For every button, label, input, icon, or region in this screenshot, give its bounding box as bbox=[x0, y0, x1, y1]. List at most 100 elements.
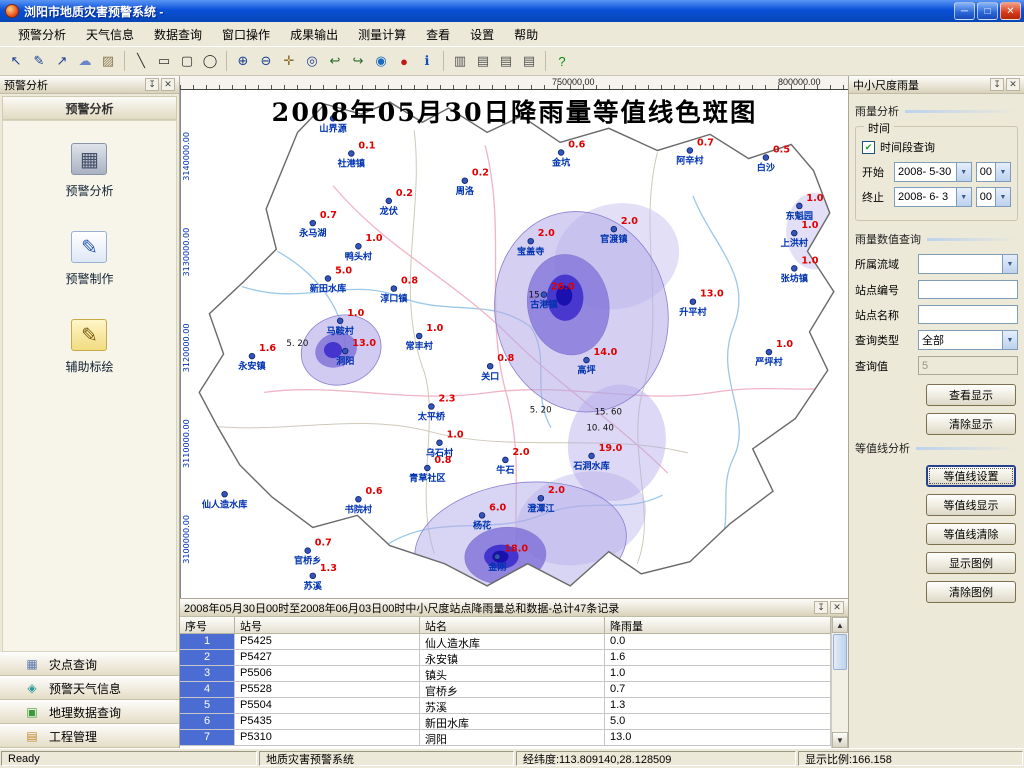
print-icon[interactable]: ▤ bbox=[472, 50, 494, 72]
close-icon[interactable]: ✕ bbox=[161, 78, 175, 91]
table-scrollbar[interactable]: ▲ ▼ bbox=[831, 617, 848, 748]
select-icon[interactable]: ↖ bbox=[5, 50, 27, 72]
draw-line-icon[interactable]: ╲ bbox=[130, 50, 152, 72]
chevron-down-icon[interactable]: ▼ bbox=[956, 188, 971, 206]
chevron-down-icon[interactable]: ▼ bbox=[995, 163, 1010, 181]
map-svg[interactable]: 山界源社港镇0.1周洛0.2金坑0.6阿辛村0.7白沙0.5龙伏0.2永马湖0.… bbox=[181, 90, 848, 598]
left-section-header[interactable]: 预警分析 bbox=[2, 96, 177, 120]
button-显示图例[interactable]: 显示图例 bbox=[926, 552, 1016, 574]
draw-ellipse-icon[interactable]: ◯ bbox=[199, 50, 221, 72]
pin-icon[interactable]: ↧ bbox=[145, 78, 159, 91]
close-icon[interactable]: ✕ bbox=[830, 601, 844, 614]
button-清除显示[interactable]: 清除显示 bbox=[926, 413, 1016, 435]
pin-icon[interactable]: ↧ bbox=[990, 78, 1004, 91]
measure-arrow-icon[interactable]: ↗ bbox=[51, 50, 73, 72]
scroll-down-icon[interactable]: ▼ bbox=[832, 732, 848, 748]
column-header-序号[interactable]: 序号 bbox=[180, 617, 235, 634]
select-所属流域[interactable]: ▼ bbox=[918, 254, 1018, 274]
print-setup-icon[interactable]: ▤ bbox=[518, 50, 540, 72]
time-range-checkbox[interactable]: ✔ 时间段查询 bbox=[862, 139, 1011, 155]
map-canvas[interactable]: 山界源社港镇0.1周洛0.2金坑0.6阿辛村0.7白沙0.5龙伏0.2永马湖0.… bbox=[180, 90, 848, 598]
menu-item-天气信息[interactable]: 天气信息 bbox=[76, 22, 144, 47]
svg-text:周洛: 周洛 bbox=[456, 185, 475, 197]
forward-view-icon[interactable]: ↪ bbox=[347, 50, 369, 72]
close-icon[interactable]: ✕ bbox=[1006, 78, 1020, 91]
left-tool-辅助标绘[interactable]: ✎辅助标绘 bbox=[65, 319, 113, 375]
scroll-up-icon[interactable]: ▲ bbox=[832, 617, 848, 633]
button-查看显示[interactable]: 查看显示 bbox=[926, 384, 1016, 406]
field-label: 所属流域 bbox=[855, 256, 899, 272]
contour-label: 15. 60 bbox=[595, 408, 622, 418]
chevron-down-icon[interactable]: ▼ bbox=[1002, 255, 1017, 273]
cell-站名: 永安镇 bbox=[420, 650, 605, 666]
start-date-select[interactable]: 2008- 5-30▼ bbox=[894, 162, 972, 182]
pan-icon[interactable]: ✛ bbox=[278, 50, 300, 72]
sidebar-item-灾点查询[interactable]: ▦灾点查询 bbox=[0, 652, 179, 676]
table-row[interactable]: 6P5435新田水库5.0 bbox=[180, 714, 831, 730]
right-panel-caption: 中小尺度雨量 ↧ ✕ bbox=[849, 76, 1024, 94]
back-view-icon[interactable]: ↩ bbox=[324, 50, 346, 72]
cloud-icon[interactable]: ☁ bbox=[74, 50, 96, 72]
help-icon[interactable]: ? bbox=[551, 50, 573, 72]
export-icon[interactable]: ▥ bbox=[449, 50, 471, 72]
info-icon[interactable]: ℹ bbox=[416, 50, 438, 72]
chevron-down-icon[interactable]: ▼ bbox=[1002, 331, 1017, 349]
status-bar: Ready 地质灾害预警系统 经纬度:113.809140,28.128509 … bbox=[0, 748, 1024, 768]
button-等值线设置[interactable]: 等值线设置 bbox=[926, 465, 1016, 487]
table-row[interactable]: 5P5504苏溪1.3 bbox=[180, 698, 831, 714]
sidebar-item-label: 灾点查询 bbox=[49, 656, 97, 673]
table-row[interactable]: 4P5528官桥乡0.7 bbox=[180, 682, 831, 698]
left-tool-预警制作[interactable]: ✎预警制作 bbox=[65, 231, 113, 287]
draw-roundrect-icon[interactable]: ▢ bbox=[176, 50, 198, 72]
menu-item-成果输出[interactable]: 成果输出 bbox=[280, 22, 348, 47]
globe-icon[interactable]: ◉ bbox=[370, 50, 392, 72]
pin-icon[interactable]: ↧ bbox=[814, 601, 828, 614]
chevron-down-icon[interactable]: ▼ bbox=[995, 188, 1010, 206]
record-icon[interactable]: ● bbox=[393, 50, 415, 72]
zoom-extent-icon[interactable]: ◎ bbox=[301, 50, 323, 72]
svg-text:升平村: 升平村 bbox=[679, 306, 706, 318]
draw-rect-icon[interactable]: ▭ bbox=[153, 50, 175, 72]
select-查询类型[interactable]: 全部▼ bbox=[918, 330, 1018, 350]
column-header-站名[interactable]: 站名 bbox=[420, 617, 605, 634]
button-清除图例[interactable]: 清除图例 bbox=[926, 581, 1016, 603]
button-等值线清除[interactable]: 等值线清除 bbox=[926, 523, 1016, 545]
table-row[interactable]: 1P5425仙人造水库0.0 bbox=[180, 634, 831, 650]
edit-vertex-icon[interactable]: ✎ bbox=[28, 50, 50, 72]
print-preview-icon[interactable]: ▤ bbox=[495, 50, 517, 72]
field-row-站点编号: 站点编号 bbox=[855, 280, 1018, 299]
scroll-thumb[interactable] bbox=[833, 634, 847, 670]
fill-icon[interactable]: ▨ bbox=[97, 50, 119, 72]
table-row[interactable]: 2P5427永安镇1.6 bbox=[180, 650, 831, 666]
top-ruler: 750000.00800000.00 bbox=[180, 76, 848, 90]
menu-item-预警分析[interactable]: 预警分析 bbox=[8, 22, 76, 47]
column-header-降雨量[interactable]: 降雨量 bbox=[605, 617, 831, 634]
left-tool-预警分析[interactable]: ▦预警分析 bbox=[65, 143, 113, 199]
menu-item-测量计算[interactable]: 测量计算 bbox=[348, 22, 416, 47]
close-button[interactable]: ✕ bbox=[1000, 2, 1021, 20]
table-row[interactable]: 3P5506镇头1.0 bbox=[180, 666, 831, 682]
column-header-站号[interactable]: 站号 bbox=[235, 617, 420, 634]
cell-站名: 仙人造水库 bbox=[420, 634, 605, 650]
menu-item-设置[interactable]: 设置 bbox=[460, 22, 504, 47]
cell-序号: 5 bbox=[180, 698, 235, 714]
zoom-out-icon[interactable]: ⊖ bbox=[255, 50, 277, 72]
zoom-in-icon[interactable]: ⊕ bbox=[232, 50, 254, 72]
button-等值线显示[interactable]: 等值线显示 bbox=[926, 494, 1016, 516]
end-hour-select[interactable]: 00▼ bbox=[976, 187, 1011, 207]
sidebar-item-预警天气信息[interactable]: ◈预警天气信息 bbox=[0, 676, 179, 700]
minimize-button[interactable]: ─ bbox=[954, 2, 975, 20]
sidebar-item-地理数据查询[interactable]: ▣地理数据查询 bbox=[0, 700, 179, 724]
end-date-select[interactable]: 2008- 6- 3▼ bbox=[894, 187, 972, 207]
sidebar-item-工程管理[interactable]: ▤工程管理 bbox=[0, 724, 179, 748]
maximize-button[interactable]: □ bbox=[977, 2, 998, 20]
menu-item-数据查询[interactable]: 数据查询 bbox=[144, 22, 212, 47]
menu-item-窗口操作[interactable]: 窗口操作 bbox=[212, 22, 280, 47]
table-row[interactable]: 7P5310洞阳13.0 bbox=[180, 730, 831, 746]
chevron-down-icon[interactable]: ▼ bbox=[956, 163, 971, 181]
input-站点编号[interactable] bbox=[918, 280, 1018, 299]
menu-item-帮助[interactable]: 帮助 bbox=[504, 22, 548, 47]
start-hour-select[interactable]: 00▼ bbox=[976, 162, 1011, 182]
input-站点名称[interactable] bbox=[918, 305, 1018, 324]
menu-item-查看[interactable]: 查看 bbox=[416, 22, 460, 47]
